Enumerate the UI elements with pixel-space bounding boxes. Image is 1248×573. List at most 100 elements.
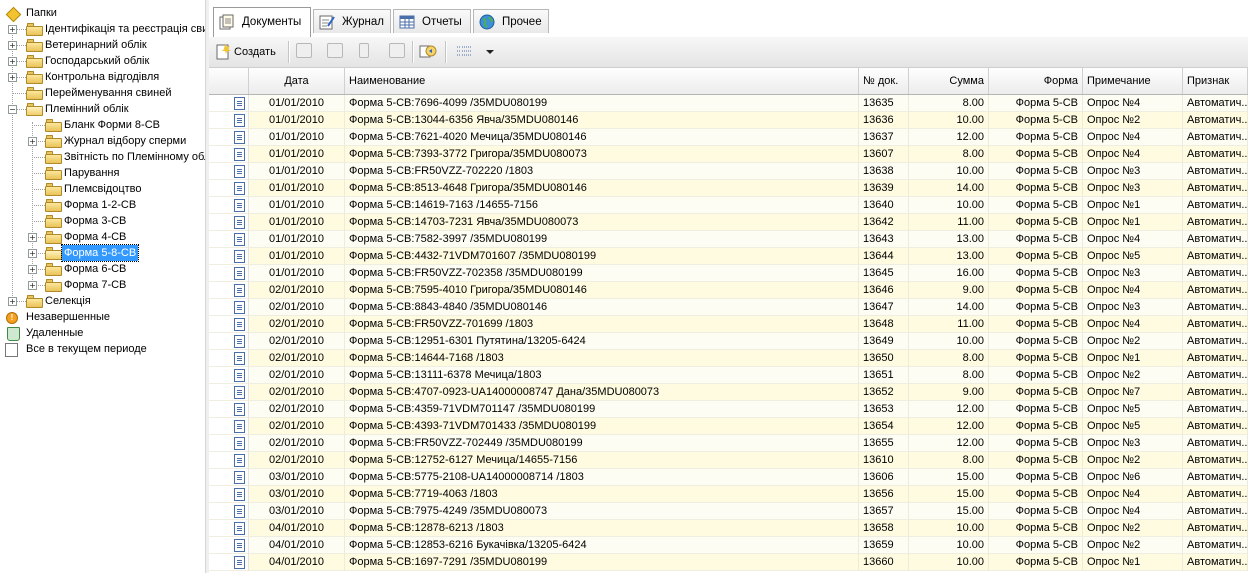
- tree-node[interactable]: Форма 1-2-СВ: [0, 197, 205, 213]
- expand-toggle-icon[interactable]: +: [28, 265, 37, 274]
- documents-grid[interactable]: Дата Наименование № док. Сумма Форма При…: [209, 68, 1248, 573]
- open-icon[interactable]: [296, 43, 312, 58]
- expand-toggle-icon[interactable]: +: [28, 137, 37, 146]
- row-icon-cell: [209, 469, 249, 486]
- date-cell: 02/01/2010: [249, 367, 345, 384]
- column-header-flag[interactable]: Признак: [1183, 68, 1248, 94]
- table-row[interactable]: 02/01/2010 Форма 5-СВ:4359-71VDM701147 /3…: [209, 401, 1248, 418]
- tree-node[interactable]: Звітність по Племінному облік: [0, 149, 205, 165]
- table-row[interactable]: 01/01/2010 Форма 5-СВ:4432-71VDM701607 /3…: [209, 248, 1248, 265]
- expand-toggle-icon[interactable]: +: [8, 297, 17, 306]
- tree-node[interactable]: + Форма 5-8-СВ: [0, 244, 205, 262]
- row-icon-cell: [209, 129, 249, 146]
- table-row[interactable]: 02/01/2010 Форма 5-СВ:7595-4010 Григора/3…: [209, 282, 1248, 299]
- table-row[interactable]: 02/01/2010 Форма 5-СВ:4393-71VDM701433 /3…: [209, 418, 1248, 435]
- tree-special-label: Незавершенные: [26, 311, 111, 323]
- table-row[interactable]: 02/01/2010 Форма 5-СВ:4707-0923-UA1400000…: [209, 384, 1248, 401]
- table-row[interactable]: 01/01/2010 Форма 5-СВ:14619-7163 /14655-7…: [209, 197, 1248, 214]
- column-header-name[interactable]: Наименование: [345, 68, 859, 94]
- table-row[interactable]: 03/01/2010 Форма 5-СВ:7719-4063 /1803 1365…: [209, 486, 1248, 503]
- folder-tree[interactable]: Папки + Ідентифікація та реєстрація свине…: [0, 0, 205, 573]
- folder-icon: [26, 71, 43, 84]
- tree-special-node[interactable]: Все в текущем периоде: [0, 341, 205, 357]
- tree-node[interactable]: Племсвідоцтво: [0, 181, 205, 197]
- tab-reports[interactable]: Отчеты: [393, 9, 471, 33]
- refresh-icon[interactable]: [419, 43, 437, 62]
- table-row[interactable]: 02/01/2010 Форма 5-СВ:FR50VZZ-701699 /180…: [209, 316, 1248, 333]
- table-row[interactable]: 01/01/2010 Форма 5-СВ:FR50VZZ-702358 /35M…: [209, 265, 1248, 282]
- table-row[interactable]: 04/01/2010 Форма 5-СВ:1697-7291 /35MDU080…: [209, 554, 1248, 571]
- tree-special-node[interactable]: Удаленные: [0, 325, 205, 341]
- name-cell: Форма 5-СВ:7696-4099 /35MDU080199: [345, 95, 859, 112]
- row-icon-cell: [209, 333, 249, 350]
- expand-toggle-icon[interactable]: +: [8, 73, 17, 82]
- tree-node[interactable]: Бланк Форми 8-СВ: [0, 117, 205, 133]
- table-row[interactable]: 02/01/2010 Форма 5-СВ:14644-7168 /1803 136…: [209, 350, 1248, 367]
- tree-node[interactable]: Парування: [0, 165, 205, 181]
- column-header-doc-number[interactable]: № док.: [859, 68, 909, 94]
- table-row[interactable]: 01/01/2010 Форма 5-СВ:7696-4099 /35MDU080…: [209, 95, 1248, 112]
- expand-toggle-icon[interactable]: +: [28, 233, 37, 242]
- table-row[interactable]: 02/01/2010 Форма 5-СВ:12752-6127 Мечица/1…: [209, 452, 1248, 469]
- flag-cell: Автоматич...: [1183, 112, 1248, 129]
- create-button[interactable]: Создать: [213, 40, 285, 64]
- tree-node[interactable]: Перейменування свиней: [0, 85, 205, 101]
- tree-node[interactable]: Форма 3-СВ: [0, 213, 205, 229]
- expand-toggle-icon[interactable]: +: [8, 25, 17, 34]
- tree-special-node[interactable]: ! Незавершенные: [0, 309, 205, 325]
- row-icon-cell: [209, 418, 249, 435]
- link-icon[interactable]: [389, 43, 405, 58]
- tab-documents[interactable]: Документы: [213, 7, 311, 37]
- tab-journal[interactable]: Журнал: [313, 9, 391, 33]
- tree-node[interactable]: + Ветеринарний облік: [0, 37, 205, 53]
- tree-node[interactable]: + Форма 6-СВ: [0, 261, 205, 277]
- tab-other[interactable]: Прочее: [473, 9, 549, 33]
- copy-icon[interactable]: [327, 43, 343, 58]
- table-row[interactable]: 02/01/2010 Форма 5-СВ:12951-6301 Путятина…: [209, 333, 1248, 350]
- date-cell: 01/01/2010: [249, 265, 345, 282]
- table-row[interactable]: 01/01/2010 Форма 5-СВ:7393-3772 Григора/3…: [209, 146, 1248, 163]
- expand-toggle-icon[interactable]: +: [8, 41, 17, 50]
- table-row[interactable]: 01/01/2010 Форма 5-СВ:7621-4020 Мечица/35…: [209, 129, 1248, 146]
- column-header-form[interactable]: Форма: [989, 68, 1083, 94]
- column-header-sum[interactable]: Сумма: [909, 68, 989, 94]
- table-row[interactable]: 01/01/2010 Форма 5-СВ:7582-3997 /35MDU080…: [209, 231, 1248, 248]
- tree-node[interactable]: − Племінний облік: [0, 101, 205, 117]
- view-options-icon[interactable]: [456, 45, 496, 62]
- table-row[interactable]: 01/01/2010 Форма 5-СВ:13044-6356 Явча/35M…: [209, 112, 1248, 129]
- column-header-note[interactable]: Примечание: [1083, 68, 1183, 94]
- sum-cell: 13.00: [909, 231, 989, 248]
- date-cell: 01/01/2010: [249, 146, 345, 163]
- attach-icon[interactable]: [359, 43, 369, 58]
- toolbar: Создать: [209, 37, 1248, 68]
- table-row[interactable]: 02/01/2010 Форма 5-СВ:13111-6378 Мечица/1…: [209, 367, 1248, 384]
- column-header-icon[interactable]: [209, 68, 249, 94]
- table-row[interactable]: 01/01/2010 Форма 5-СВ:14703-7231 Явча/35M…: [209, 214, 1248, 231]
- tree-node[interactable]: + Форма 7-СВ: [0, 277, 205, 293]
- tree-node[interactable]: + Ідентифікація та реєстрація свиней: [0, 21, 205, 37]
- tree-node[interactable]: + Контрольна відгодівля: [0, 69, 205, 85]
- table-row[interactable]: 02/01/2010 Форма 5-СВ:8843-4840 /35MDU080…: [209, 299, 1248, 316]
- date-cell: 04/01/2010: [249, 554, 345, 571]
- expand-toggle-icon[interactable]: +: [28, 249, 37, 258]
- tree-node[interactable]: + Форма 4-СВ: [0, 229, 205, 245]
- expand-toggle-icon[interactable]: +: [28, 281, 37, 290]
- table-row[interactable]: 04/01/2010 Форма 5-СВ:12853-6216 Букачівк…: [209, 537, 1248, 554]
- table-row[interactable]: 02/01/2010 Форма 5-СВ:FR50VZZ-702449 /35M…: [209, 435, 1248, 452]
- table-row[interactable]: 04/01/2010 Форма 5-СВ:12878-6213 /1803 136…: [209, 520, 1248, 537]
- tree-node-label: Звітність по Племінному облік: [64, 151, 205, 163]
- doc-number-cell: 13657: [859, 503, 909, 520]
- collapse-toggle-icon[interactable]: −: [8, 105, 17, 114]
- tree-node[interactable]: + Господарський облік: [0, 53, 205, 69]
- table-row[interactable]: 01/01/2010 Форма 5-СВ:8513-4648 Григора/3…: [209, 180, 1248, 197]
- folder-icon: [26, 23, 43, 36]
- tree-node[interactable]: + Журнал відбору сперми: [0, 133, 205, 149]
- table-row[interactable]: 03/01/2010 Форма 5-СВ:7975-4249 /35MDU080…: [209, 503, 1248, 520]
- expand-toggle-icon[interactable]: +: [8, 57, 17, 66]
- create-button-label: Создать: [234, 46, 276, 58]
- tree-node[interactable]: + Селекція: [0, 293, 205, 309]
- date-cell: 02/01/2010: [249, 282, 345, 299]
- table-row[interactable]: 03/01/2010 Форма 5-СВ:5775-2108-UA1400000…: [209, 469, 1248, 486]
- table-row[interactable]: 01/01/2010 Форма 5-СВ:FR50VZZ-702220 /180…: [209, 163, 1248, 180]
- column-header-date[interactable]: Дата: [249, 68, 345, 94]
